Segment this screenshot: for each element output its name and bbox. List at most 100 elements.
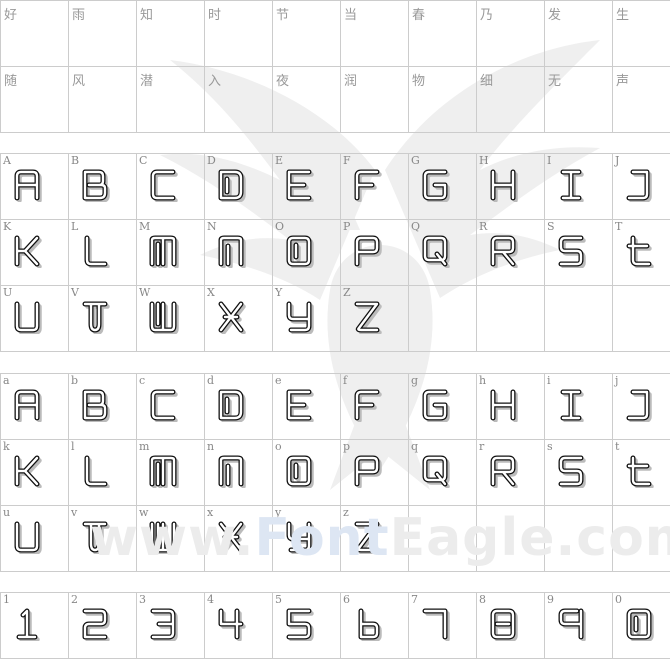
glyph-label: V	[71, 286, 79, 299]
glyph-row: a b c d e f g h i j	[0, 373, 670, 440]
glyph-label: U	[3, 286, 13, 299]
glyph-preview-icon	[422, 169, 450, 202]
glyph-label: A	[3, 154, 11, 167]
glyph-preview-icon	[14, 301, 42, 334]
uppercase-grid: A B C D E F G H I J K L M N O P Q R S T U V W X Y Z	[0, 153, 670, 352]
glyph-cell: b	[68, 373, 137, 440]
sample-cell: 生	[612, 0, 670, 67]
glyph-preview-icon	[490, 169, 518, 202]
sample-chinese-grid: 好 雨 知 时 节 当 春 乃 发 生 随 风 潜 入 夜 润 物 细 无 声	[0, 0, 670, 133]
glyph-cell: u	[0, 505, 69, 572]
glyph-cell: a	[0, 373, 69, 440]
glyph-label: 8	[479, 593, 486, 606]
lowercase-grid: a b c d e f g h i j k l m n o p q r s t u v w x y z	[0, 373, 670, 572]
glyph-label: 4	[207, 593, 214, 606]
glyph-cell: 1	[0, 592, 69, 659]
glyph-row: K L M N O P Q R S T	[0, 219, 670, 286]
glyph-label: I	[547, 154, 552, 167]
glyph-cell: w	[136, 505, 205, 572]
glyph-preview-icon	[354, 235, 382, 268]
glyph-cell: T	[612, 219, 670, 286]
sample-char: 雨	[72, 8, 86, 23]
glyph-cell: 3	[136, 592, 205, 659]
sample-char: 夜	[276, 74, 290, 89]
glyph-preview-icon	[422, 455, 450, 488]
glyph-cell: m	[136, 439, 205, 506]
glyph-cell: M	[136, 219, 205, 286]
glyph-preview-icon	[626, 169, 652, 202]
sample-char: 好	[4, 8, 18, 23]
glyph-label: 9	[547, 593, 554, 606]
sample-cell: 时	[204, 0, 273, 67]
glyph-label: g	[411, 374, 419, 387]
glyph-preview-icon	[286, 169, 314, 202]
sample-char: 物	[412, 74, 426, 89]
glyph-preview-icon	[286, 235, 314, 268]
glyph-label: t	[615, 440, 620, 453]
glyph-preview-icon	[149, 235, 179, 268]
glyph-label: T	[615, 220, 623, 233]
glyph-cell: x	[204, 505, 273, 572]
glyph-preview-icon	[626, 235, 654, 268]
sample-cell: 发	[544, 0, 613, 67]
glyph-label: d	[207, 374, 215, 387]
glyph-cell: X	[204, 285, 273, 352]
glyph-label: z	[343, 506, 349, 519]
glyph-label: B	[71, 154, 80, 167]
glyph-cell: r	[476, 439, 545, 506]
glyph-cell: F	[340, 153, 409, 220]
glyph-cell: t	[612, 439, 670, 506]
sample-char: 知	[140, 8, 154, 23]
glyph-cell: I	[544, 153, 613, 220]
sample-char: 声	[616, 74, 630, 89]
glyph-preview-icon	[354, 169, 382, 202]
glyph-preview-icon	[626, 389, 652, 422]
glyph-preview-icon	[354, 389, 382, 422]
glyph-cell: g	[408, 373, 477, 440]
glyph-preview-icon	[149, 301, 179, 334]
glyph-cell: 0	[612, 592, 670, 659]
glyph-preview-icon	[84, 235, 110, 268]
glyph-preview-icon	[286, 301, 314, 334]
glyph-cell: j	[612, 373, 670, 440]
glyph-cell: Y	[272, 285, 341, 352]
glyph-cell: G	[408, 153, 477, 220]
glyph-cell: e	[272, 373, 341, 440]
glyph-label: b	[71, 374, 79, 387]
glyph-cell: W	[136, 285, 205, 352]
glyph-preview-icon	[149, 521, 179, 554]
sample-char: 发	[548, 8, 562, 23]
glyph-label: Z	[343, 286, 351, 299]
glyph-preview-icon	[218, 455, 246, 488]
glyph-label: k	[3, 440, 10, 453]
glyph-preview-icon	[84, 455, 110, 488]
glyph-preview-icon	[422, 389, 450, 422]
glyph-cell	[612, 505, 670, 572]
glyph-label: M	[139, 220, 151, 233]
glyph-cell	[408, 505, 477, 572]
glyph-row: 1 2 3 4 5 6 7 8 9 0	[0, 592, 670, 659]
glyph-label: P	[343, 220, 351, 233]
glyph-label: m	[139, 440, 150, 453]
glyph-cell: y	[272, 505, 341, 572]
glyph-preview-icon	[626, 608, 654, 641]
glyph-cell: 9	[544, 592, 613, 659]
glyph-preview-icon	[218, 169, 246, 202]
glyph-cell: D	[204, 153, 273, 220]
glyph-cell: n	[204, 439, 273, 506]
glyph-label: y	[275, 506, 282, 519]
glyph-preview-icon	[218, 301, 246, 334]
glyph-label: K	[3, 220, 12, 233]
glyph-label: c	[139, 374, 146, 387]
glyph-label: G	[411, 154, 420, 167]
glyph-preview-icon	[358, 608, 382, 641]
glyph-label: a	[3, 374, 10, 387]
sample-char: 潜	[140, 74, 154, 89]
glyph-cell	[476, 285, 545, 352]
glyph-label: O	[275, 220, 285, 233]
glyph-preview-icon	[149, 455, 179, 488]
glyph-preview-icon	[82, 608, 110, 641]
glyph-cell: J	[612, 153, 670, 220]
glyph-cell: s	[544, 439, 613, 506]
sample-cell: 知	[136, 0, 205, 67]
